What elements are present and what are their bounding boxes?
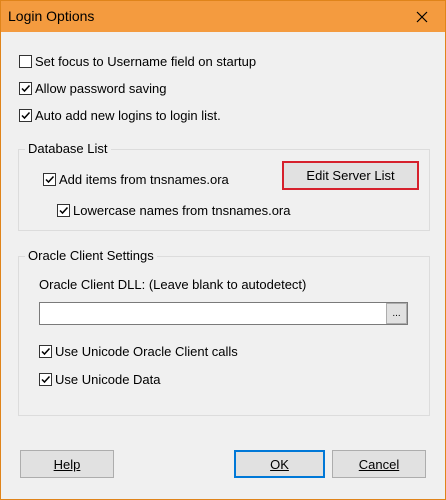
window-title: Login Options — [8, 8, 95, 24]
edit-server-list-button[interactable]: Edit Server List — [282, 161, 419, 190]
checkmark-icon — [41, 347, 51, 356]
checkmark-icon — [59, 206, 69, 215]
auto-add-checkbox[interactable] — [19, 109, 32, 122]
allow-password-checkbox[interactable] — [19, 82, 32, 95]
close-icon — [416, 11, 428, 23]
ok-label: OK — [270, 456, 289, 472]
unicode-calls-label: Use Unicode Oracle Client calls — [55, 344, 238, 359]
database-list-title: Database List — [25, 141, 111, 156]
help-label: Help — [53, 456, 81, 472]
oracle-dll-input[interactable] — [39, 302, 408, 325]
unicode-data-label: Use Unicode Data — [55, 372, 161, 387]
add-items-checkbox[interactable] — [43, 173, 56, 186]
unicode-data-option[interactable]: Use Unicode Data — [39, 372, 161, 387]
add-items-label: Add items from tnsnames.ora — [59, 172, 229, 187]
oracle-client-title: Oracle Client Settings — [25, 248, 157, 263]
allow-password-option[interactable]: Allow password saving — [19, 81, 167, 96]
unicode-calls-option[interactable]: Use Unicode Oracle Client calls — [39, 344, 238, 359]
lowercase-label: Lowercase names from tnsnames.ora — [73, 203, 291, 218]
ok-button[interactable]: OK — [234, 450, 325, 478]
checkmark-icon — [41, 375, 51, 384]
allow-password-label: Allow password saving — [35, 81, 167, 96]
set-focus-checkbox[interactable] — [19, 55, 32, 68]
login-options-dialog: Login Options Set focus to Username fiel… — [0, 0, 446, 500]
unicode-calls-checkbox[interactable] — [39, 345, 52, 358]
lowercase-checkbox[interactable] — [57, 204, 70, 217]
set-focus-label: Set focus to Username field on startup — [35, 54, 257, 69]
auto-add-option[interactable]: Auto add new logins to login list. — [19, 108, 221, 123]
ellipsis-icon: ... — [392, 307, 401, 319]
cancel-label: Cancel — [358, 456, 400, 472]
checkmark-icon — [45, 175, 55, 184]
checkmark-icon — [21, 111, 31, 120]
lowercase-option[interactable]: Lowercase names from tnsnames.ora — [57, 203, 290, 218]
set-focus-option[interactable]: Set focus to Username field on startup — [19, 54, 256, 69]
edit-server-list-label: Edit Server List — [306, 168, 395, 183]
title-bar: Login Options — [1, 1, 445, 32]
add-items-option[interactable]: Add items from tnsnames.ora — [43, 172, 229, 187]
close-button[interactable] — [399, 1, 445, 32]
auto-add-label: Auto add new logins to login list. — [35, 108, 221, 123]
unicode-data-checkbox[interactable] — [39, 373, 52, 386]
cancel-button[interactable]: Cancel — [332, 450, 426, 478]
oracle-dll-label: Oracle Client DLL: (Leave blank to autod… — [39, 277, 307, 292]
browse-dll-button[interactable]: ... — [386, 303, 407, 324]
help-button[interactable]: Help — [20, 450, 114, 478]
checkmark-icon — [21, 84, 31, 93]
